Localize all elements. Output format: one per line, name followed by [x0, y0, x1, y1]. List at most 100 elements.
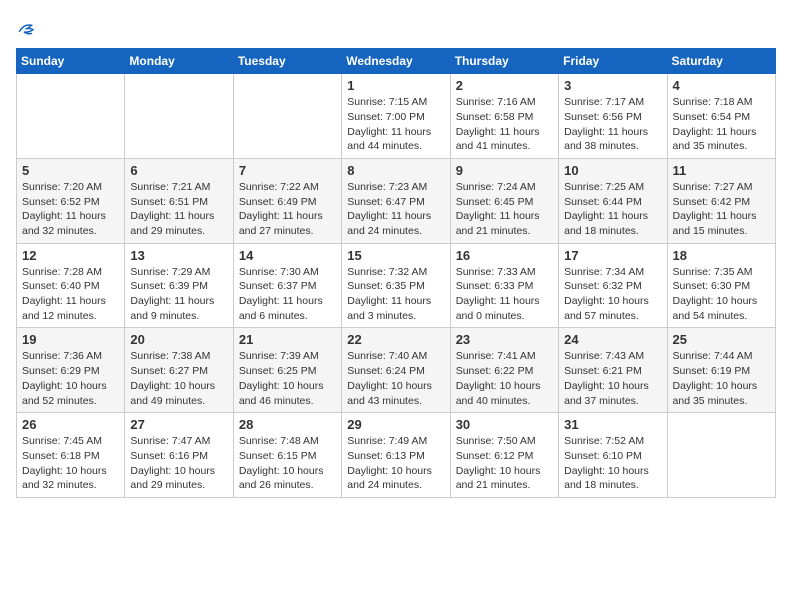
day-number: 6	[130, 163, 227, 178]
calendar-header-row: SundayMondayTuesdayWednesdayThursdayFrid…	[17, 49, 776, 74]
calendar-cell	[125, 74, 233, 159]
calendar-cell: 27Sunrise: 7:47 AM Sunset: 6:16 PM Dayli…	[125, 413, 233, 498]
calendar-cell: 13 Sunrise: 7:29 AM Sunset: 6:39 PM Dayli…	[125, 243, 233, 328]
header-monday: Monday	[125, 49, 233, 74]
calendar-cell: 1 Sunrise: 7:15 AM Sunset: 7:00 PM Daylig…	[342, 74, 450, 159]
day-number: 2	[456, 78, 553, 93]
day-number: 19	[22, 332, 119, 347]
calendar-cell	[667, 413, 775, 498]
header-thursday: Thursday	[450, 49, 558, 74]
day-number: 16	[456, 248, 553, 263]
header-saturday: Saturday	[667, 49, 775, 74]
calendar-cell: 30 Sunrise: 7:50 AM Sunset: 6:12 PM Dayli…	[450, 413, 558, 498]
day-info: Sunrise: 7:27 AM Sunset: 6:42 PM Dayligh…	[673, 180, 770, 239]
calendar-cell: 21 Sunrise: 7:39 AM Sunset: 6:25 PM Dayli…	[233, 328, 341, 413]
calendar-cell: 24 Sunrise: 7:43 AM Sunset: 6:21 PM Dayli…	[559, 328, 667, 413]
logo	[16, 16, 36, 40]
calendar-cell: 19 Sunrise: 7:36 AM Sunset: 6:29 PM Dayli…	[17, 328, 125, 413]
day-number: 31	[564, 417, 661, 432]
calendar-cell: 16Sunrise: 7:33 AM Sunset: 6:33 PM Dayli…	[450, 243, 558, 328]
calendar-cell: 9 Sunrise: 7:24 AM Sunset: 6:45 PM Daylig…	[450, 158, 558, 243]
calendar-cell: 11 Sunrise: 7:27 AM Sunset: 6:42 PM Dayli…	[667, 158, 775, 243]
week-row-4: 19 Sunrise: 7:36 AM Sunset: 6:29 PM Dayli…	[17, 328, 776, 413]
day-number: 28	[239, 417, 336, 432]
day-number: 9	[456, 163, 553, 178]
logo-general	[16, 16, 36, 40]
calendar-cell: 15Sunrise: 7:32 AM Sunset: 6:35 PM Dayli…	[342, 243, 450, 328]
day-info: Sunrise: 7:34 AM Sunset: 6:32 PM Dayligh…	[564, 265, 661, 324]
calendar-cell: 20Sunrise: 7:38 AM Sunset: 6:27 PM Dayli…	[125, 328, 233, 413]
day-info: Sunrise: 7:29 AM Sunset: 6:39 PM Dayligh…	[130, 265, 227, 324]
calendar-cell: 5Sunrise: 7:20 AM Sunset: 6:52 PM Daylig…	[17, 158, 125, 243]
day-info: Sunrise: 7:25 AM Sunset: 6:44 PM Dayligh…	[564, 180, 661, 239]
day-number: 18	[673, 248, 770, 263]
day-info: Sunrise: 7:48 AM Sunset: 6:15 PM Dayligh…	[239, 434, 336, 493]
day-info: Sunrise: 7:50 AM Sunset: 6:12 PM Dayligh…	[456, 434, 553, 493]
day-info: Sunrise: 7:17 AM Sunset: 6:56 PM Dayligh…	[564, 95, 661, 154]
day-info: Sunrise: 7:32 AM Sunset: 6:35 PM Dayligh…	[347, 265, 444, 324]
day-number: 10	[564, 163, 661, 178]
day-info: Sunrise: 7:38 AM Sunset: 6:27 PM Dayligh…	[130, 349, 227, 408]
day-info: Sunrise: 7:18 AM Sunset: 6:54 PM Dayligh…	[673, 95, 770, 154]
calendar-cell: 10 Sunrise: 7:25 AM Sunset: 6:44 PM Dayli…	[559, 158, 667, 243]
day-number: 27	[130, 417, 227, 432]
day-number: 30	[456, 417, 553, 432]
header-wednesday: Wednesday	[342, 49, 450, 74]
day-info: Sunrise: 7:40 AM Sunset: 6:24 PM Dayligh…	[347, 349, 444, 408]
page-header	[16, 16, 776, 40]
day-number: 11	[673, 163, 770, 178]
calendar-cell: 28 Sunrise: 7:48 AM Sunset: 6:15 PM Dayli…	[233, 413, 341, 498]
calendar-cell: 18 Sunrise: 7:35 AM Sunset: 6:30 PM Dayli…	[667, 243, 775, 328]
day-number: 25	[673, 332, 770, 347]
header-sunday: Sunday	[17, 49, 125, 74]
day-info: Sunrise: 7:52 AM Sunset: 6:10 PM Dayligh…	[564, 434, 661, 493]
week-row-3: 12Sunrise: 7:28 AM Sunset: 6:40 PM Dayli…	[17, 243, 776, 328]
day-number: 5	[22, 163, 119, 178]
day-number: 1	[347, 78, 444, 93]
day-number: 8	[347, 163, 444, 178]
day-number: 4	[673, 78, 770, 93]
day-info: Sunrise: 7:36 AM Sunset: 6:29 PM Dayligh…	[22, 349, 119, 408]
day-number: 3	[564, 78, 661, 93]
calendar-cell: 23 Sunrise: 7:41 AM Sunset: 6:22 PM Dayli…	[450, 328, 558, 413]
day-number: 24	[564, 332, 661, 347]
calendar-cell: 4 Sunrise: 7:18 AM Sunset: 6:54 PM Daylig…	[667, 74, 775, 159]
calendar-cell: 31 Sunrise: 7:52 AM Sunset: 6:10 PM Dayli…	[559, 413, 667, 498]
calendar-cell: 8 Sunrise: 7:23 AM Sunset: 6:47 PM Daylig…	[342, 158, 450, 243]
day-info: Sunrise: 7:39 AM Sunset: 6:25 PM Dayligh…	[239, 349, 336, 408]
day-info: Sunrise: 7:24 AM Sunset: 6:45 PM Dayligh…	[456, 180, 553, 239]
calendar-cell: 17 Sunrise: 7:34 AM Sunset: 6:32 PM Dayli…	[559, 243, 667, 328]
calendar-cell	[233, 74, 341, 159]
week-row-5: 26 Sunrise: 7:45 AM Sunset: 6:18 PM Dayli…	[17, 413, 776, 498]
day-info: Sunrise: 7:35 AM Sunset: 6:30 PM Dayligh…	[673, 265, 770, 324]
calendar-cell	[17, 74, 125, 159]
day-info: Sunrise: 7:16 AM Sunset: 6:58 PM Dayligh…	[456, 95, 553, 154]
day-info: Sunrise: 7:21 AM Sunset: 6:51 PM Dayligh…	[130, 180, 227, 239]
calendar-cell: 7Sunrise: 7:22 AM Sunset: 6:49 PM Daylig…	[233, 158, 341, 243]
calendar-table: SundayMondayTuesdayWednesdayThursdayFrid…	[16, 48, 776, 498]
day-info: Sunrise: 7:45 AM Sunset: 6:18 PM Dayligh…	[22, 434, 119, 493]
calendar-cell: 2 Sunrise: 7:16 AM Sunset: 6:58 PM Daylig…	[450, 74, 558, 159]
calendar-cell: 29Sunrise: 7:49 AM Sunset: 6:13 PM Dayli…	[342, 413, 450, 498]
day-info: Sunrise: 7:23 AM Sunset: 6:47 PM Dayligh…	[347, 180, 444, 239]
day-info: Sunrise: 7:41 AM Sunset: 6:22 PM Dayligh…	[456, 349, 553, 408]
day-info: Sunrise: 7:28 AM Sunset: 6:40 PM Dayligh…	[22, 265, 119, 324]
day-info: Sunrise: 7:44 AM Sunset: 6:19 PM Dayligh…	[673, 349, 770, 408]
day-info: Sunrise: 7:43 AM Sunset: 6:21 PM Dayligh…	[564, 349, 661, 408]
calendar-cell: 12Sunrise: 7:28 AM Sunset: 6:40 PM Dayli…	[17, 243, 125, 328]
day-info: Sunrise: 7:15 AM Sunset: 7:00 PM Dayligh…	[347, 95, 444, 154]
day-info: Sunrise: 7:22 AM Sunset: 6:49 PM Dayligh…	[239, 180, 336, 239]
day-number: 29	[347, 417, 444, 432]
header-friday: Friday	[559, 49, 667, 74]
calendar-cell: 6 Sunrise: 7:21 AM Sunset: 6:51 PM Daylig…	[125, 158, 233, 243]
calendar-cell: 26 Sunrise: 7:45 AM Sunset: 6:18 PM Dayli…	[17, 413, 125, 498]
day-number: 26	[22, 417, 119, 432]
day-number: 17	[564, 248, 661, 263]
day-number: 22	[347, 332, 444, 347]
week-row-1: 1 Sunrise: 7:15 AM Sunset: 7:00 PM Daylig…	[17, 74, 776, 159]
day-number: 23	[456, 332, 553, 347]
calendar-cell: 14Sunrise: 7:30 AM Sunset: 6:37 PM Dayli…	[233, 243, 341, 328]
header-tuesday: Tuesday	[233, 49, 341, 74]
day-number: 21	[239, 332, 336, 347]
day-number: 13	[130, 248, 227, 263]
